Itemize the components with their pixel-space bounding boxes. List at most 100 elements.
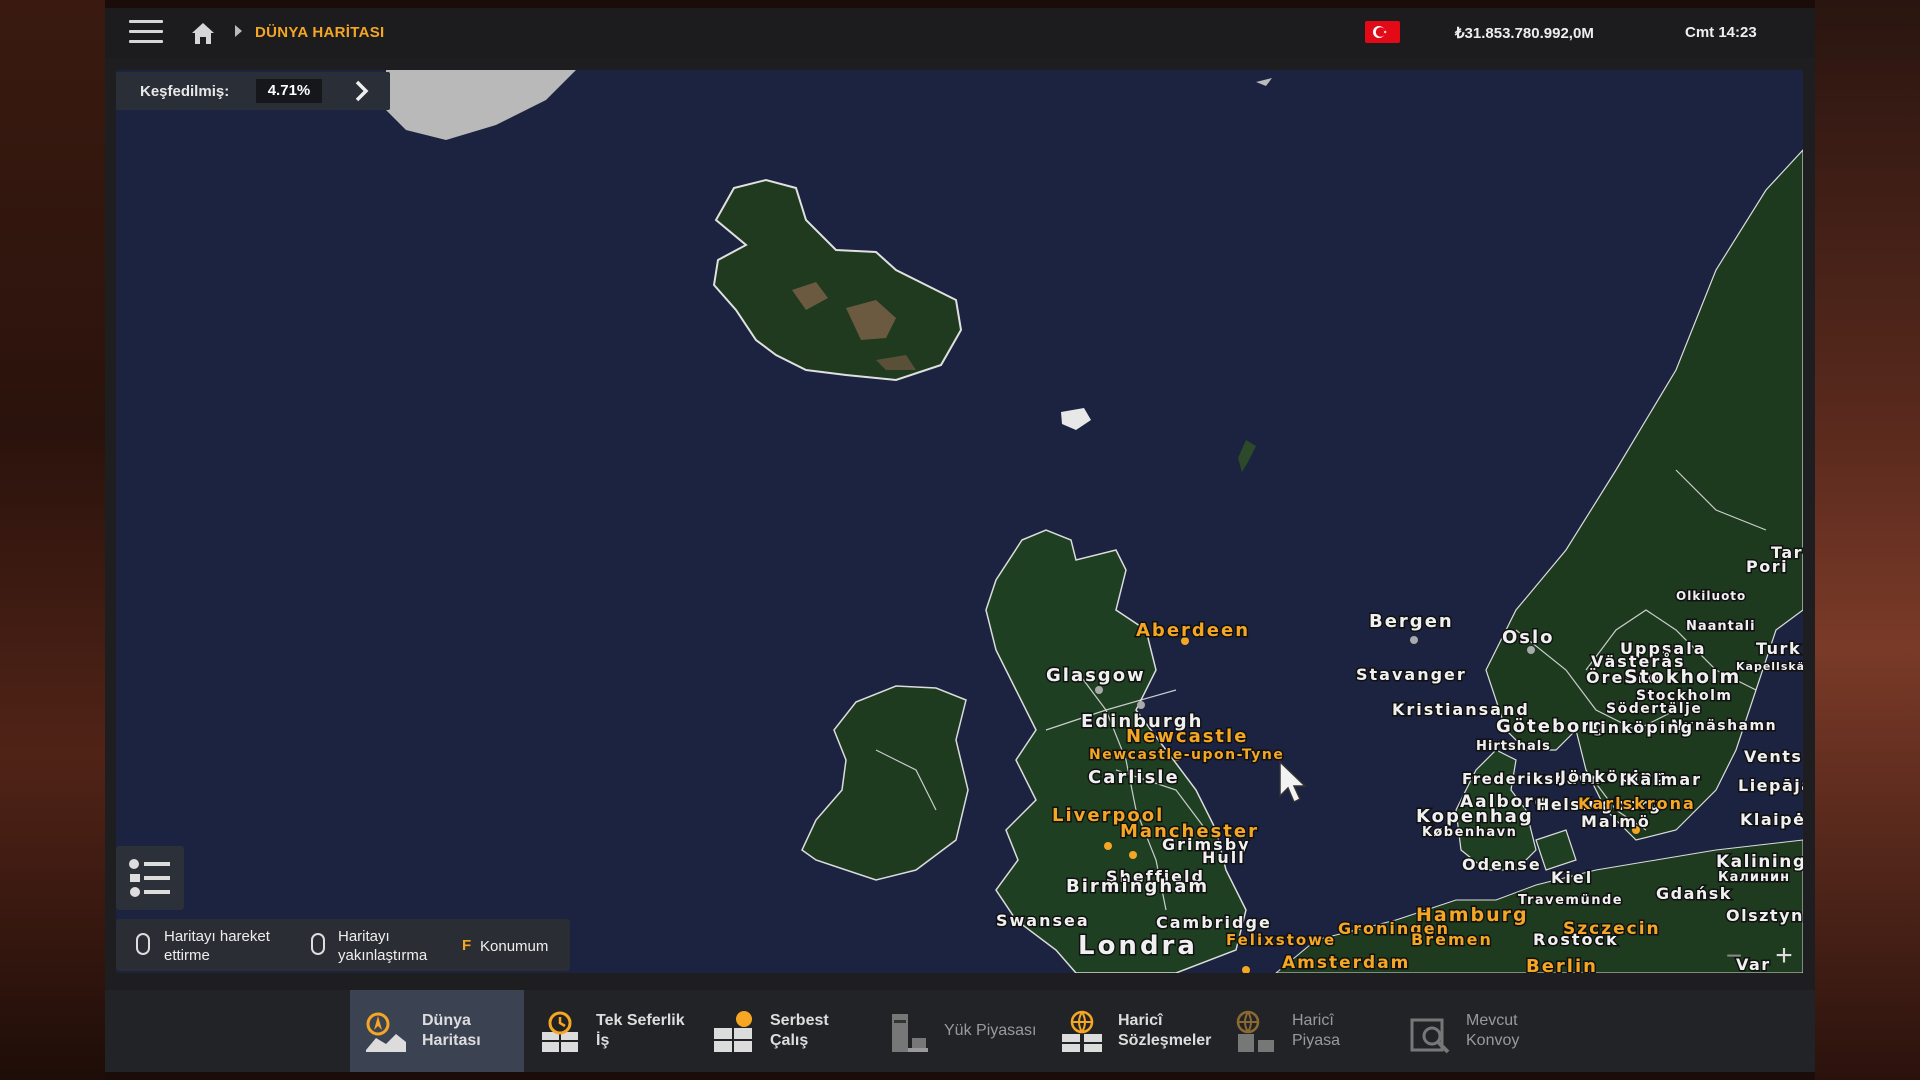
hint-zoom-map: Haritayı yakınlaştırma bbox=[338, 928, 428, 964]
nav-world-map-label2: Haritası bbox=[422, 1032, 481, 1049]
convoy-icon bbox=[1410, 1018, 1450, 1054]
map-label-tampere: Tar bbox=[1771, 543, 1803, 562]
control-hints: Haritayı hareket ettirme Haritayı yakınl… bbox=[116, 919, 570, 971]
map-label-carlisle: Carlisle bbox=[1088, 767, 1180, 788]
mouse-left-icon bbox=[136, 933, 150, 955]
map-label-newcastle: Newcastle bbox=[1126, 726, 1248, 747]
map-label-hamburg: Hamburg bbox=[1416, 904, 1529, 926]
map-label-kalmar: Kalmar bbox=[1626, 770, 1702, 789]
map-label-olkiluoto: Olkiluoto bbox=[1676, 589, 1746, 603]
nav-convoy-label2: Konvoy bbox=[1466, 1032, 1520, 1049]
nav-external-contracts-label1: Haricî bbox=[1118, 1012, 1163, 1029]
map-label-oslo: Oslo bbox=[1502, 627, 1555, 648]
hint-my-location[interactable]: Konumum bbox=[480, 937, 548, 956]
nav-freelance-label2: Çalış bbox=[770, 1032, 809, 1049]
explored-panel: Keşfedilmiş: 4.71% bbox=[116, 72, 390, 110]
nav-convoy[interactable]: Mevcut Konvoy bbox=[1394, 990, 1568, 1072]
small-island bbox=[1256, 78, 1272, 86]
one-time-job-icon bbox=[542, 1011, 578, 1052]
zoom-out-button[interactable]: − bbox=[1720, 942, 1748, 970]
turkey-flag-icon bbox=[1365, 21, 1400, 43]
greenland-landmass bbox=[386, 70, 576, 140]
city-dot-liverpool bbox=[1104, 842, 1112, 850]
map-label-londra: Londra bbox=[1078, 931, 1198, 961]
map-label-ventspils: Vents bbox=[1744, 747, 1802, 766]
map-label-klaipeda: Klaipė bbox=[1740, 810, 1803, 829]
map-label-turku: Turk bbox=[1756, 639, 1801, 658]
chevron-right-icon[interactable] bbox=[348, 78, 374, 104]
top-bar: DÜNYA HARİTASI ₺31.853.780.992,0M Cmt 14… bbox=[105, 8, 1815, 58]
bottom-navigation: Dünya Haritası Tek Seferlik İş Serbest Çalı… bbox=[105, 990, 1815, 1072]
f-key-icon: F bbox=[462, 937, 472, 954]
map-label-cambridge: Cambridge bbox=[1156, 913, 1272, 932]
map-label-amsterdam: Amsterdam bbox=[1282, 953, 1410, 973]
nav-external-market[interactable]: Haricî Piyasa bbox=[1220, 990, 1394, 1072]
map-legend-button[interactable] bbox=[116, 846, 184, 910]
map-label-kaliningrad: Kalining bbox=[1716, 852, 1803, 872]
map-label-karlskrona: Karlskrona bbox=[1578, 794, 1696, 813]
map-label-stavanger: Stavanger bbox=[1356, 665, 1467, 684]
nav-external-market-label1: Haricî bbox=[1292, 1012, 1334, 1029]
freelance-icon bbox=[714, 1011, 752, 1052]
nav-world-map-label1: Dünya bbox=[422, 1012, 471, 1029]
nav-external-contracts-label2: Sözleşmeler bbox=[1118, 1032, 1212, 1049]
map-label-travemunde: Travemünde bbox=[1518, 893, 1623, 908]
external-market-icon bbox=[1236, 1010, 1274, 1052]
map-label-felixstowe: Felixstowe bbox=[1226, 931, 1336, 949]
nav-one-time-job[interactable]: Tek Seferlik İş bbox=[524, 990, 698, 1072]
city-dot-bergen bbox=[1410, 636, 1418, 644]
faroe-islands bbox=[1061, 408, 1091, 430]
explored-label: Keşfedilmiş: bbox=[140, 83, 230, 100]
map-label-kobenhavn: København bbox=[1422, 825, 1517, 840]
map-label-sodertalje: Södertälje bbox=[1606, 701, 1702, 717]
map-label-kopenhag: Kopenhag bbox=[1416, 806, 1534, 827]
city-dot-edinburgh bbox=[1137, 701, 1145, 709]
map-label-glasgow: Glasgow bbox=[1046, 665, 1146, 686]
world-map[interactable]: Aberdeen Glasgow Edinburgh Newcastle New… bbox=[116, 70, 1803, 973]
map-label-naantali: Naantali bbox=[1686, 619, 1756, 634]
map-label-newcastle-upon-tyne: Newcastle-upon-Tyne bbox=[1089, 747, 1284, 763]
map-label-kiel: Kiel bbox=[1551, 868, 1593, 887]
nav-one-time-job-label1: Tek Seferlik bbox=[596, 1012, 685, 1029]
explored-value: 4.71% bbox=[256, 79, 322, 103]
menu-icon[interactable] bbox=[129, 20, 163, 46]
map-label-malmo: Malmö bbox=[1581, 812, 1651, 831]
map-label-swansea: Swansea bbox=[996, 911, 1090, 930]
mouse-wheel-icon bbox=[311, 933, 325, 955]
iceland bbox=[712, 178, 963, 382]
nav-external-contracts[interactable]: Haricî Sözleşmeler bbox=[1046, 990, 1220, 1072]
map-label-berlin: Berlin bbox=[1526, 956, 1598, 973]
map-label-stokholm: Stokholm bbox=[1624, 666, 1741, 688]
nav-one-time-job-label2: İş bbox=[596, 1032, 610, 1049]
mouse-cursor-icon bbox=[1279, 760, 1307, 804]
map-label-bergen: Bergen bbox=[1369, 611, 1454, 632]
breadcrumb[interactable]: DÜNYA HARİTASI bbox=[255, 24, 385, 41]
city-dot-manchester bbox=[1129, 851, 1137, 859]
nav-cargo-market[interactable]: Yük Piyasası bbox=[872, 990, 1046, 1072]
map-label-gdansk: Gdańsk bbox=[1656, 884, 1732, 903]
map-label-kapellskar: Kapellskär bbox=[1736, 660, 1803, 673]
nav-world-map[interactable]: Dünya Haritası bbox=[350, 990, 524, 1072]
map-label-linkoping: Linköping bbox=[1588, 718, 1694, 737]
map-label-liepaja: Liepāja bbox=[1738, 776, 1803, 795]
map-label-bremen: Bremen bbox=[1411, 930, 1493, 949]
zoom-in-button[interactable]: + bbox=[1770, 941, 1798, 971]
map-label-kaliningrad-ru: Калинин bbox=[1718, 870, 1790, 885]
world-map-icon bbox=[366, 1012, 406, 1052]
map-label-birmingham: Birmingham bbox=[1066, 876, 1209, 897]
map-label-szczecin: Szczecin bbox=[1563, 919, 1661, 939]
ireland bbox=[801, 685, 969, 881]
map-label-hirtshals: Hirtshals bbox=[1476, 739, 1551, 754]
home-icon[interactable] bbox=[189, 19, 217, 47]
nav-cargo-market-label: Yük Piyasası bbox=[944, 1022, 1037, 1039]
nav-external-market-label2: Piyasa bbox=[1292, 1032, 1341, 1049]
shetland-islands bbox=[1238, 440, 1256, 472]
nav-convoy-label1: Mevcut bbox=[1466, 1012, 1518, 1029]
external-contracts-icon bbox=[1062, 1010, 1102, 1052]
money-balance: ₺31.853.780.992,0M bbox=[1455, 25, 1594, 42]
game-clock: Cmt 14:23 bbox=[1685, 24, 1757, 41]
nav-freelance[interactable]: Serbest Çalış bbox=[698, 990, 872, 1072]
city-dot-felixstowe bbox=[1242, 966, 1250, 973]
background-right bbox=[1815, 0, 1920, 1080]
city-dot-glasgow bbox=[1095, 686, 1103, 694]
